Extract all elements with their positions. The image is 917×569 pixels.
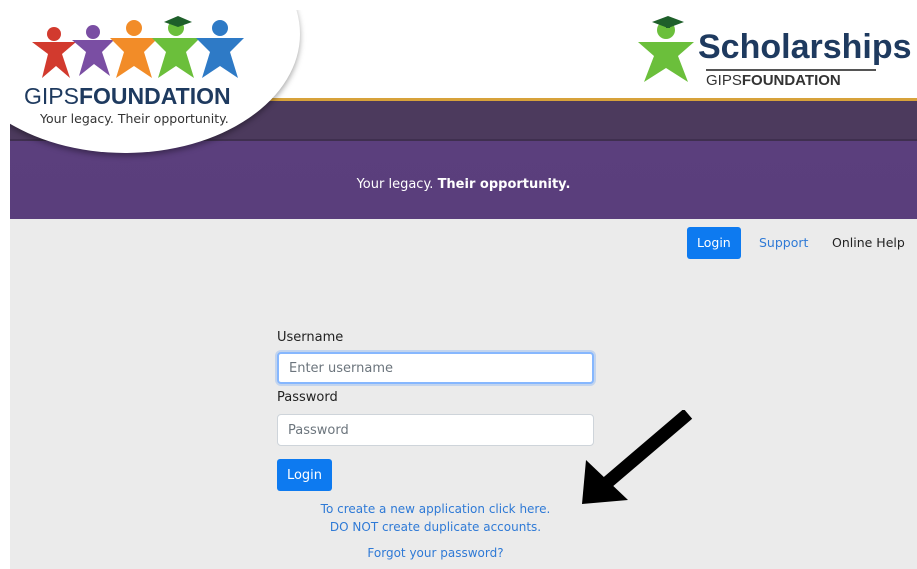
logo-name-bold: FOUNDATION [78, 83, 231, 109]
scholarships-subtitle-light: GIPS [706, 72, 742, 89]
scholarships-rule [706, 69, 876, 71]
password-label: Password [277, 390, 338, 405]
person-red-icon [32, 27, 76, 78]
nav-support-link[interactable]: Support [749, 227, 818, 259]
password-input[interactable] [277, 414, 594, 446]
top-nav: Login Support Online Help [10, 227, 917, 261]
person-orange-icon [110, 20, 158, 78]
logo-figures-icon [32, 16, 244, 78]
duplicate-accounts-note[interactable]: DO NOT create duplicate accounts. [277, 520, 594, 534]
person-blue-icon [196, 20, 244, 78]
username-input[interactable] [277, 352, 594, 384]
username-label: Username [277, 330, 344, 345]
page-frame: Your legacy. Their opportunity. GIPSFOUN… [10, 10, 917, 569]
nav-online-help-link[interactable]: Online Help [822, 227, 915, 259]
scholarships-subtitle-bold: FOUNDATION [741, 72, 841, 89]
login-button[interactable]: Login [277, 459, 332, 491]
scholarships-title: Scholarships [698, 28, 912, 66]
scholarships-subtitle: GIPSFOUNDATION [706, 72, 841, 89]
banner-tagline-bold: Their opportunity. [437, 177, 571, 192]
logo-tagline: Your legacy. Their opportunity. [40, 111, 229, 126]
create-application-link[interactable]: To create a new application click here. [277, 502, 594, 516]
scholarship-person-icon [638, 16, 694, 82]
forgot-password-link[interactable]: Forgot your password? [277, 546, 594, 560]
nav-login-button[interactable]: Login [687, 227, 741, 259]
logo-name-light: GIPS [24, 83, 79, 109]
person-purple-icon [72, 25, 114, 76]
person-green-grad-cap-icon [152, 16, 200, 78]
logo-name: GIPSFOUNDATION [24, 83, 231, 110]
banner-tagline: Your legacy. Their opportunity. [10, 177, 917, 192]
banner-tagline-light: Your legacy. [356, 177, 434, 192]
arrow-down-left-icon [582, 410, 693, 504]
